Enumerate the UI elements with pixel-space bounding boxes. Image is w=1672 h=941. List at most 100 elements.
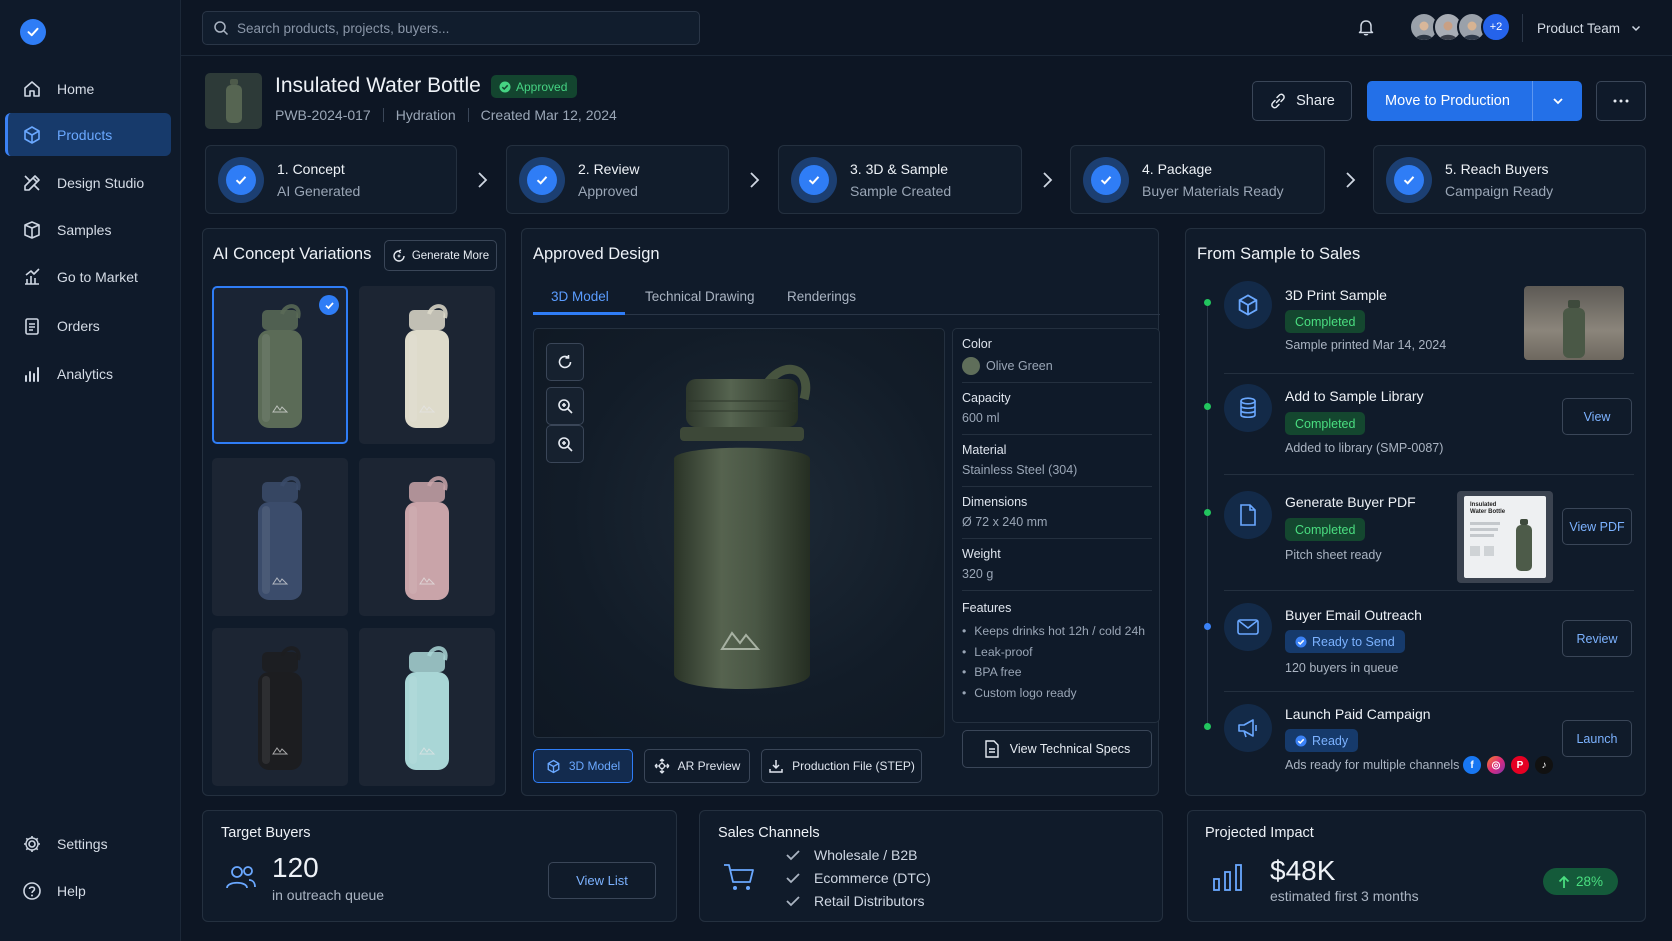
- bell-icon[interactable]: [1356, 17, 1376, 42]
- sample-photo[interactable]: [1524, 286, 1624, 360]
- bar-chart-icon: [1212, 862, 1244, 897]
- sparkle-refresh-icon: [393, 248, 405, 262]
- search-box[interactable]: [202, 11, 700, 45]
- sidebar-item-products[interactable]: Products: [5, 113, 171, 156]
- launch-campaign-button[interactable]: Launch: [1562, 720, 1632, 757]
- sidebar-item-analytics[interactable]: Analytics: [5, 352, 171, 395]
- variation-card[interactable]: [359, 286, 495, 444]
- sidebar-item-label: Home: [57, 80, 95, 97]
- ar-preview-button-label: AR Preview: [677, 759, 741, 773]
- sidebar-item-help[interactable]: Help: [5, 869, 171, 912]
- view-list-button[interactable]: View List: [548, 862, 656, 899]
- variation-card[interactable]: [359, 458, 495, 616]
- database-icon: [1224, 384, 1272, 432]
- 3d-model-viewer[interactable]: [533, 328, 945, 738]
- sidebar-item-label: Help: [57, 882, 86, 899]
- more-options-button[interactable]: [1596, 81, 1646, 121]
- social-channels: f ◎ P ♪: [1463, 756, 1553, 774]
- channel-label: Ecommerce (DTC): [814, 870, 931, 886]
- color-swatch: [962, 357, 980, 375]
- step-reach-buyers[interactable]: 5. Reach Buyers Campaign Ready: [1373, 145, 1646, 214]
- timeline-dot: [1204, 403, 1211, 410]
- home-icon: [21, 78, 43, 100]
- document-icon: [985, 740, 999, 758]
- sidebar-item-design-studio[interactable]: Design Studio: [5, 161, 171, 204]
- status-badge: Approved: [491, 75, 578, 98]
- team-avatars[interactable]: +2: [1409, 12, 1511, 42]
- variation-card[interactable]: [212, 458, 348, 616]
- 3d-model-button[interactable]: 3D Model: [533, 749, 633, 783]
- 3d-model-button-label: 3D Model: [568, 759, 621, 773]
- facebook-icon[interactable]: f: [1463, 756, 1481, 774]
- spec-color: Color Olive Green: [962, 337, 1152, 383]
- cart-icon: [722, 862, 756, 897]
- step-review[interactable]: 2. Review Approved: [506, 145, 729, 214]
- zoom-out-icon[interactable]: [546, 425, 584, 463]
- move-to-production-button[interactable]: Move to Production: [1367, 81, 1582, 121]
- timeline-dot: [1204, 509, 1211, 516]
- search-input[interactable]: [237, 20, 677, 36]
- review-outreach-button[interactable]: Review: [1562, 620, 1632, 657]
- tab-3d-model[interactable]: 3D Model: [551, 289, 609, 304]
- zoom-in-icon[interactable]: [546, 387, 584, 425]
- variation-card[interactable]: [359, 628, 495, 786]
- bottle-variation-image: [405, 476, 449, 600]
- target-buyers-title: Target Buyers: [221, 825, 311, 841]
- sidebar-item-label: Analytics: [57, 365, 114, 382]
- rotate-icon[interactable]: [546, 343, 584, 381]
- spec-label: Weight: [962, 547, 1001, 561]
- share-button[interactable]: Share: [1252, 81, 1352, 121]
- status-badge-label: Ready to Send: [1312, 634, 1395, 649]
- divider: [1224, 590, 1634, 591]
- step-package[interactable]: 4. Package Buyer Materials Ready: [1070, 145, 1325, 214]
- tab-renderings[interactable]: Renderings: [787, 289, 856, 304]
- team-selector[interactable]: Product Team: [1522, 14, 1642, 42]
- view-technical-specs-button[interactable]: View Technical Specs: [962, 730, 1152, 768]
- chevron-down-icon[interactable]: [1532, 81, 1582, 121]
- check-icon: [786, 850, 800, 861]
- design-tabs: 3D Model Technical Drawing Renderings: [533, 283, 1160, 315]
- status-badge-label: Ready: [1312, 733, 1349, 748]
- ar-preview-button[interactable]: AR Preview: [644, 749, 750, 783]
- instagram-icon[interactable]: ◎: [1487, 756, 1505, 774]
- variation-card[interactable]: [212, 286, 348, 444]
- sidebar-item-go-to-market[interactable]: Go to Market: [5, 255, 171, 298]
- tab-technical-drawing[interactable]: Technical Drawing: [645, 289, 755, 304]
- more-members-badge[interactable]: +2: [1481, 12, 1511, 42]
- step-3d-sample[interactable]: 3. 3D & Sample Sample Created: [778, 145, 1022, 214]
- status-badge: Completed: [1285, 310, 1366, 333]
- sidebar-item-home[interactable]: Home: [5, 67, 171, 110]
- arrow-up-icon: [1558, 875, 1570, 888]
- mail-icon: [1224, 603, 1272, 651]
- generate-more-button[interactable]: Generate More: [384, 240, 497, 271]
- variation-card[interactable]: [212, 628, 348, 786]
- target-buyers-count: 120: [272, 852, 319, 883]
- app-logo[interactable]: [20, 19, 46, 45]
- bottle-variation-image: [405, 304, 449, 428]
- list-item: Wholesale / B2B: [786, 847, 918, 863]
- sidebar-item-label: Settings: [57, 835, 108, 852]
- view-pdf-button[interactable]: View PDF: [1562, 508, 1632, 545]
- pinterest-icon[interactable]: P: [1511, 756, 1529, 774]
- bottle-variation-image: [258, 476, 302, 600]
- tiktok-icon[interactable]: ♪: [1535, 756, 1553, 774]
- sidebar-item-orders[interactable]: Orders: [5, 304, 171, 347]
- pdf-thumbnail[interactable]: Insulated Water Bottle: [1457, 491, 1553, 583]
- status-badge-label: Approved: [516, 79, 568, 94]
- projected-impact-title: Projected Impact: [1205, 825, 1314, 841]
- check-circle-icon: [499, 81, 511, 92]
- sales-channels-title: Sales Channels: [718, 825, 820, 841]
- bottle-variation-image: [258, 304, 302, 428]
- bottle-model-render: [674, 364, 811, 689]
- production-file-button[interactable]: Production File (STEP): [761, 749, 922, 783]
- design-tools-icon: [21, 172, 43, 194]
- product-thumbnail: [205, 73, 262, 129]
- chevron-right-icon: [475, 171, 489, 194]
- check-icon: [218, 156, 264, 203]
- timeline-item-subtitle: Sample printed Mar 14, 2024: [1285, 338, 1447, 352]
- sidebar-item-samples[interactable]: Samples: [5, 208, 171, 251]
- view-library-button[interactable]: View: [1562, 398, 1632, 435]
- step-concept[interactable]: 1. Concept AI Generated: [205, 145, 457, 214]
- help-icon: [21, 880, 43, 902]
- sidebar-item-settings[interactable]: Settings: [5, 822, 171, 865]
